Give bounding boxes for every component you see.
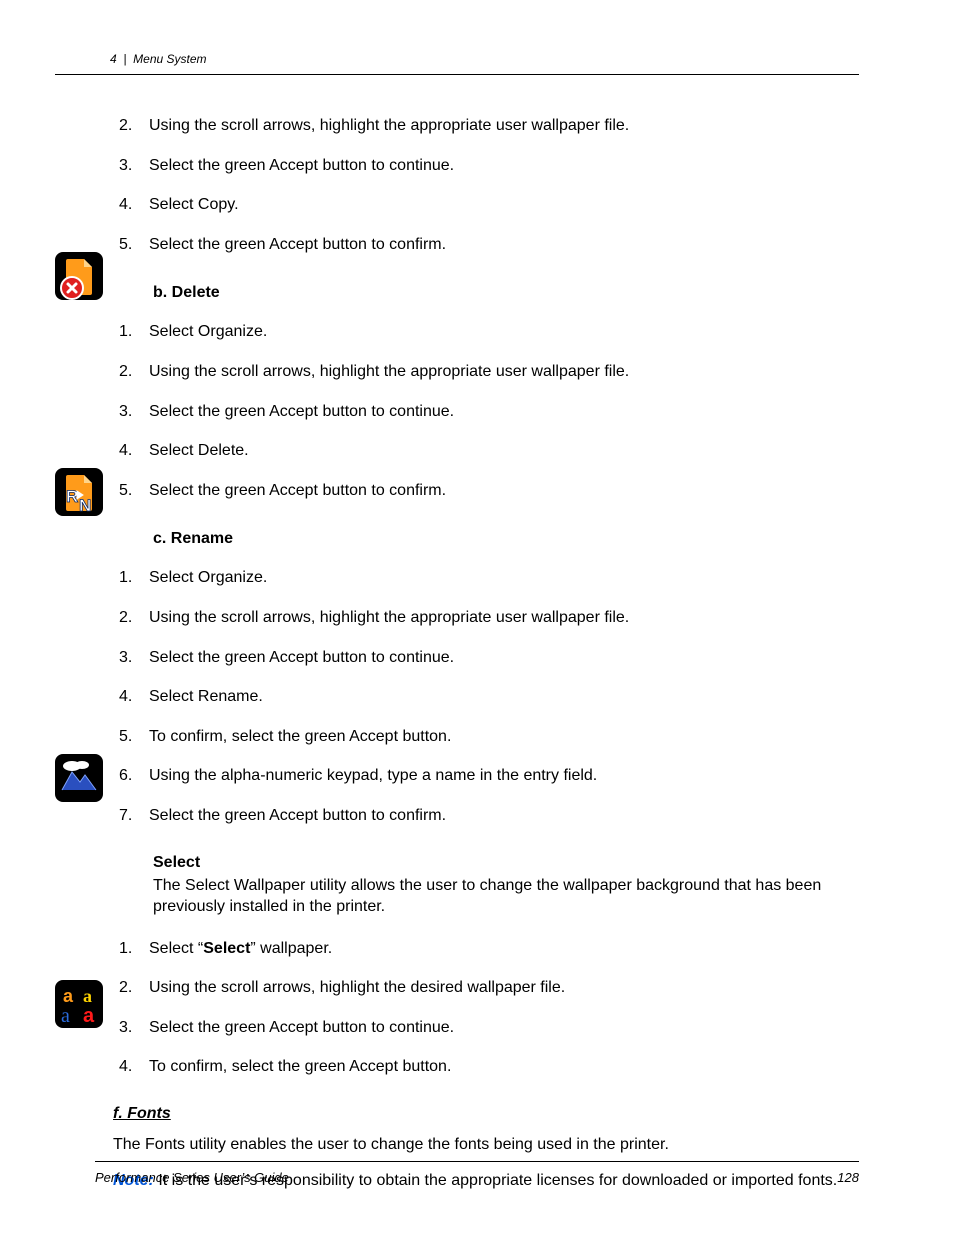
header-chapter-num: 4 (110, 52, 117, 66)
page-footer: Performance Series User’s Guide 128 (95, 1161, 859, 1188)
step-num: 5. (113, 234, 149, 256)
step-text: Select Rename. (149, 686, 859, 708)
footer-page-number: 128 (767, 1168, 859, 1188)
step-text: Select Copy. (149, 194, 859, 216)
svg-text:a: a (83, 1005, 95, 1027)
svg-text:a: a (63, 986, 74, 1006)
subheading-rename: c. Rename (113, 521, 859, 559)
select-description: The Select Wallpaper utility allows the … (113, 875, 859, 930)
step-item: 5.Select the green Accept button to conf… (113, 472, 859, 512)
step-num: 7. (113, 805, 149, 827)
step-num: 4. (113, 440, 149, 462)
step-text: Select Organize. (149, 321, 859, 343)
step-num: 4. (113, 1056, 149, 1078)
step-item: 5.Select the green Accept button to conf… (113, 226, 859, 266)
step-item: 3.Select the green Accept button to cont… (113, 393, 859, 433)
step-item: 2.Using the scroll arrows, highlight the… (113, 353, 859, 393)
step-num: 5. (113, 726, 149, 748)
step-text: Select Delete. (149, 440, 859, 462)
step-text: Using the scroll arrows, highlight the a… (149, 607, 859, 629)
step-item: 1. Select “Select” wallpaper. (113, 930, 859, 970)
header-divider: | (123, 52, 126, 66)
step-item: 2.Using the scroll arrows, highlight the… (113, 107, 859, 147)
step-item: 4.Select Rename. (113, 678, 859, 718)
step-item: 3.Select the green Accept button to cont… (113, 1009, 859, 1049)
step-num: 3. (113, 155, 149, 177)
step-text: Select the green Accept button to contin… (149, 647, 859, 669)
step-num: 1. (113, 321, 149, 343)
step-item: 1.Select Organize. (113, 559, 859, 599)
step-num: 3. (113, 647, 149, 669)
select-wallpaper-icon (55, 754, 103, 802)
step-num: 1. (113, 938, 149, 960)
footer-title: Performance Series User’s Guide (95, 1168, 767, 1188)
step-item: 4.To confirm, select the green Accept bu… (113, 1048, 859, 1088)
step-text: Using the scroll arrows, highlight the d… (149, 977, 859, 999)
step-item: 3.Select the green Accept button to cont… (113, 147, 859, 187)
step-text: Select the green Accept button to contin… (149, 1017, 859, 1039)
subheading-delete: b. Delete (113, 275, 859, 313)
step-item: 4.Select Delete. (113, 432, 859, 472)
step-text: To confirm, select the green Accept butt… (149, 726, 859, 748)
page-header: 4 | Menu System (55, 50, 859, 75)
step-num: 6. (113, 765, 149, 787)
step-text: Select Organize. (149, 567, 859, 589)
step-text: Select the green Accept button to contin… (149, 155, 859, 177)
step-text: Select “Select” wallpaper. (149, 938, 859, 960)
step-item: 7.Select the green Accept button to conf… (113, 797, 859, 837)
step-text: Select the green Accept button to confir… (149, 234, 859, 256)
step-num: 2. (113, 361, 149, 383)
header-chapter-title: Menu System (133, 52, 206, 66)
rename-file-icon: R N (55, 468, 103, 516)
step-text: Using the alpha-numeric keypad, type a n… (149, 765, 859, 787)
step-num: 2. (113, 977, 149, 999)
step-item: 5.To confirm, select the green Accept bu… (113, 718, 859, 758)
step-item: 1.Select Organize. (113, 313, 859, 353)
step-num: 2. (113, 607, 149, 629)
step-text: To confirm, select the green Accept butt… (149, 1056, 859, 1078)
steps-list-a: 2.Using the scroll arrows, highlight the… (113, 107, 859, 265)
step-num: 3. (113, 1017, 149, 1039)
step-num: 2. (113, 115, 149, 137)
svg-text:N: N (79, 496, 91, 515)
step-text: Select the green Accept button to confir… (149, 480, 859, 502)
step-num: 4. (113, 686, 149, 708)
steps-list-c: 1.Select Organize. 2.Using the scroll ar… (113, 559, 859, 836)
subheading-select: Select (113, 847, 859, 875)
step-text: Using the scroll arrows, highlight the a… (149, 115, 859, 137)
step-item: 4.Select Copy. (113, 186, 859, 226)
subheading-fonts: f. Fonts (113, 1098, 859, 1134)
step-item: 3.Select the green Accept button to cont… (113, 639, 859, 679)
step-text: Select the green Accept button to confir… (149, 805, 859, 827)
step-text: Using the scroll arrows, highlight the a… (149, 361, 859, 383)
step-num: 4. (113, 194, 149, 216)
steps-list-b: 1.Select Organize. 2.Using the scroll ar… (113, 313, 859, 511)
fonts-icon: a a a a (55, 980, 103, 1028)
step-num: 3. (113, 401, 149, 423)
svg-text:a: a (61, 1005, 70, 1027)
step-num: 1. (113, 567, 149, 589)
step-item: 6.Using the alpha-numeric keypad, type a… (113, 757, 859, 797)
delete-file-icon (55, 252, 103, 300)
step-item: 2.Using the scroll arrows, highlight the… (113, 599, 859, 639)
svg-text:a: a (83, 986, 92, 1006)
svg-text:R: R (66, 487, 78, 506)
step-text: Select the green Accept button to contin… (149, 401, 859, 423)
steps-list-select: 1. Select “Select” wallpaper. 2.Using th… (113, 930, 859, 1088)
step-num: 5. (113, 480, 149, 502)
step-item: 2.Using the scroll arrows, highlight the… (113, 969, 859, 1009)
